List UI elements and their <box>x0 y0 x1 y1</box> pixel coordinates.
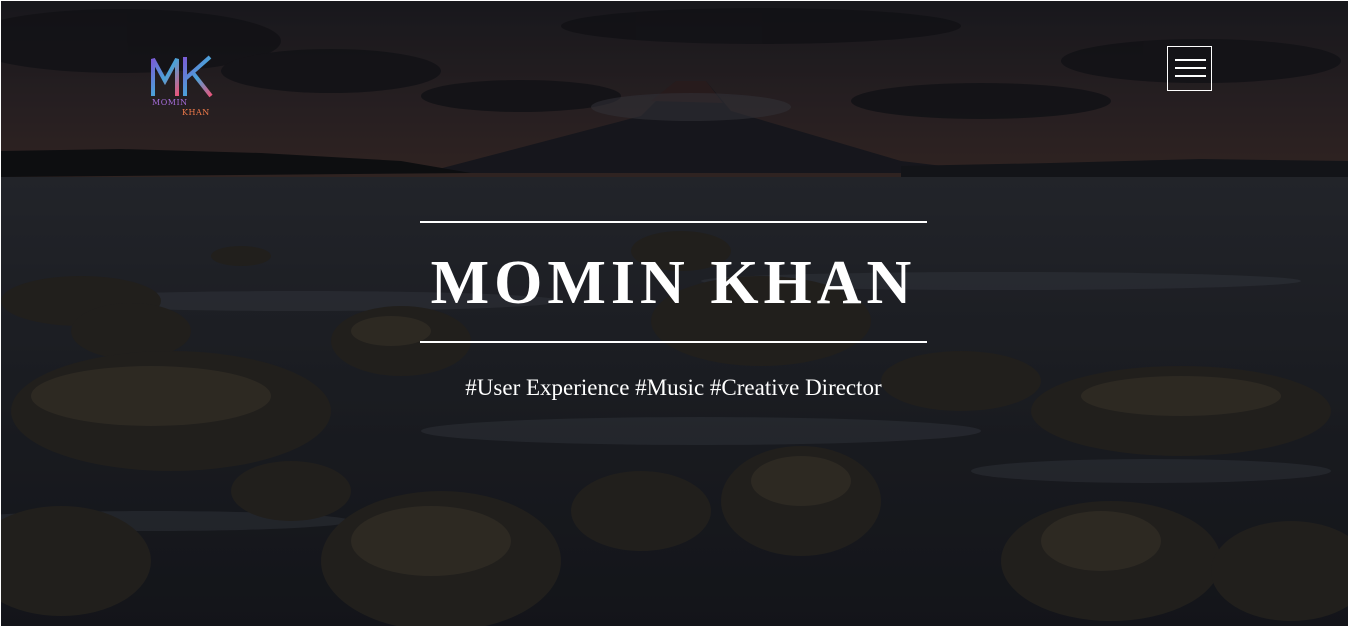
logo-text-second: KHAN <box>182 108 210 117</box>
hero-section: MOMIN KHAN MOMIN KHAN #User Experience #… <box>1 1 1348 626</box>
title-divider-bottom <box>420 341 927 343</box>
tagline: #User Experience #Music #Creative Direct… <box>465 375 882 400</box>
title-divider-top <box>420 221 927 223</box>
page-title: MOMIN KHAN <box>430 249 917 317</box>
menu-button[interactable] <box>1167 46 1212 91</box>
hamburger-icon <box>1175 59 1206 61</box>
site-logo[interactable]: MOMIN KHAN <box>148 51 218 121</box>
logo-text-first: MOMIN <box>152 98 188 107</box>
